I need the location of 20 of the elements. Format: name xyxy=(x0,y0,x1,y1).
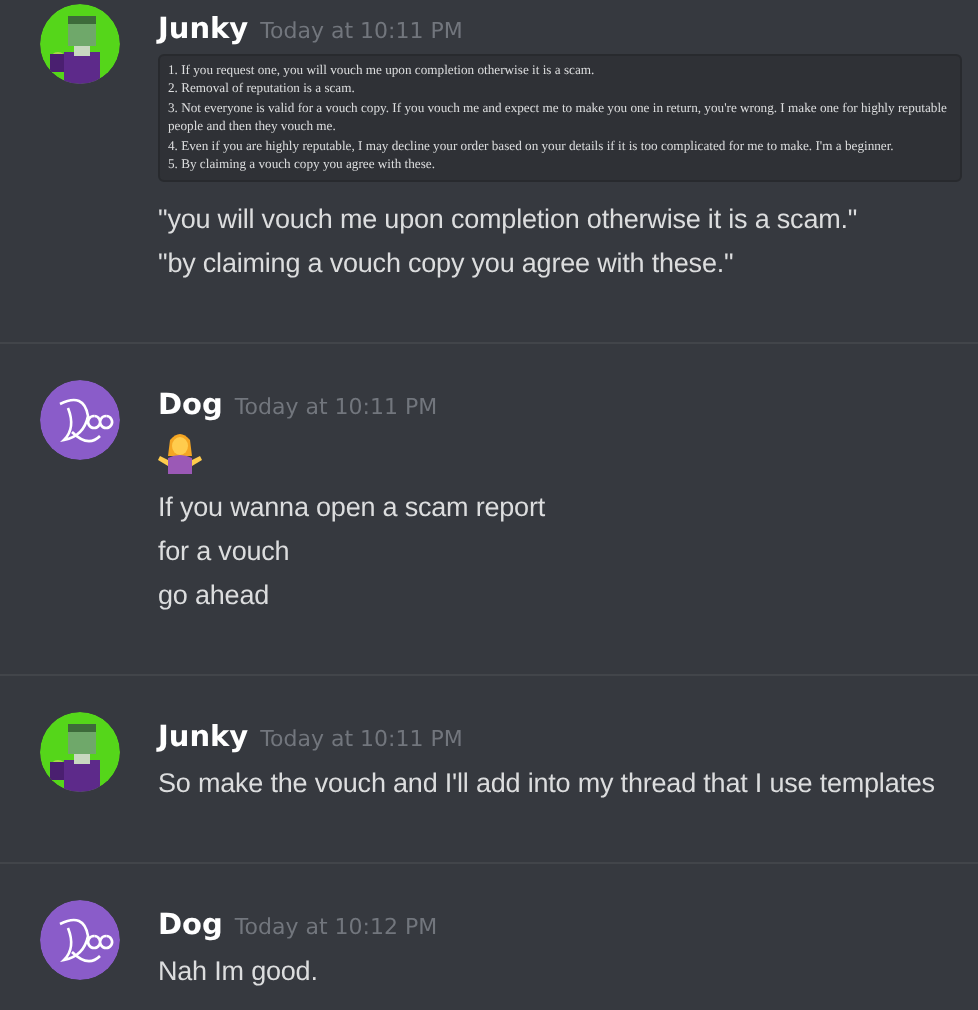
message-text: go ahead xyxy=(158,578,272,615)
timestamp: Today at 10:11 PM xyxy=(260,18,463,44)
username[interactable]: Junky xyxy=(158,14,249,46)
username[interactable]: Junky xyxy=(158,722,249,755)
avatar[interactable] xyxy=(40,712,120,793)
timestamp: Today at 10:12 PM xyxy=(234,914,438,941)
message-text: If you wanna open a scam report xyxy=(158,490,548,527)
shrug-emoji-icon xyxy=(158,430,202,475)
message-text: Nah Im good. xyxy=(158,954,320,991)
message-text: "by claiming a vouch copy you agree with these." xyxy=(158,246,736,283)
message-text: "you will vouch me upon completion otherwise it is a scam." xyxy=(158,202,860,239)
timestamp: Today at 10:11 PM xyxy=(260,726,463,753)
avatar[interactable] xyxy=(40,380,120,461)
avatar[interactable] xyxy=(40,4,120,84)
timestamp: Today at 10:11 PM xyxy=(234,394,438,421)
message-text: So make the vouch and I'll add into my thread that I use templates xyxy=(158,766,937,803)
username[interactable]: Dog xyxy=(158,910,223,943)
message-text: for a vouch xyxy=(158,534,292,571)
avatar[interactable] xyxy=(40,900,120,981)
username[interactable]: Dog xyxy=(158,390,223,423)
